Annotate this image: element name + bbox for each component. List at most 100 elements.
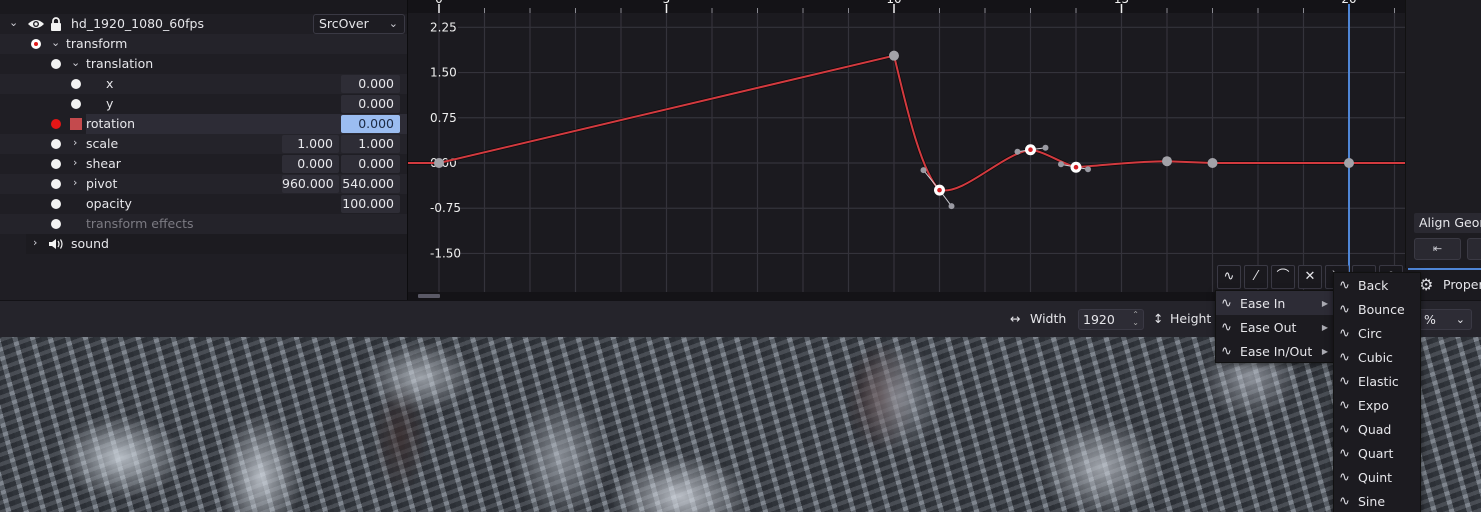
bezier-handle[interactable]	[920, 167, 927, 174]
symmetric-handles-button[interactable]: ✕	[1298, 265, 1322, 289]
y-tick-label: 1.50	[430, 66, 457, 80]
property-label: translation	[86, 56, 154, 71]
bezier-handle[interactable]	[1042, 144, 1049, 151]
chevron-right-icon[interactable]: ›	[33, 236, 37, 249]
curve-color-swatch[interactable]	[70, 118, 82, 130]
bezier-handle[interactable]	[1014, 148, 1021, 155]
ease-curve-icon: ∿	[1339, 325, 1350, 341]
opacity-value-field[interactable]: 100.000	[341, 195, 400, 213]
menu-item-ease-in[interactable]: ∿ Ease In ▶	[1216, 291, 1334, 315]
submenu-item-quint[interactable]: ∿ Quint	[1334, 465, 1420, 489]
y-tick-label: 0.75	[430, 111, 457, 125]
blend-mode-select[interactable]: SrcOver ⌄	[313, 14, 405, 34]
property-row-sound[interactable]: › sound	[26, 234, 407, 254]
gear-icon: ⚙	[1419, 275, 1434, 294]
property-row-pivot[interactable]: › pivot 960.000 540.000	[0, 174, 407, 194]
recording-icon[interactable]	[31, 39, 41, 49]
keyframe-point[interactable]	[1162, 156, 1172, 167]
property-row-translation[interactable]: ⌄ translation	[0, 54, 407, 74]
property-row-shear[interactable]: › shear 0.000 0.000	[0, 154, 407, 174]
chevron-right-icon[interactable]: ›	[73, 156, 77, 169]
y-tick-label: -1.50	[430, 246, 461, 260]
curve-shadow	[408, 53, 1405, 193]
submenu-item-circ[interactable]: ∿ Circ	[1334, 321, 1420, 345]
pivot-y-field[interactable]: 540.000	[341, 175, 400, 193]
property-row-y[interactable]: y 0.000	[0, 94, 407, 114]
scale-x-field[interactable]: 1.000	[282, 135, 339, 153]
align-left-button[interactable]: ⇤	[1414, 238, 1461, 260]
rotation-value-field[interactable]: 0.000	[341, 115, 400, 133]
keyframe-toggle-icon[interactable]	[51, 179, 61, 189]
y-value-field[interactable]: 0.000	[341, 95, 400, 113]
shear-y-field[interactable]: 0.000	[341, 155, 400, 173]
chevron-down-icon[interactable]: ⌄	[9, 16, 18, 29]
keyframe-toggle-icon[interactable]	[71, 79, 81, 89]
chevron-right-icon[interactable]: ›	[73, 136, 77, 149]
property-row-scale[interactable]: › scale 1.000 1.000	[0, 134, 407, 154]
symmetric-handles-icon: ✕	[1304, 269, 1316, 284]
keyframe-toggle-icon[interactable]	[71, 99, 81, 109]
chevron-right-icon[interactable]: ›	[73, 176, 77, 189]
submenu-item-cubic[interactable]: ∿ Cubic	[1334, 345, 1420, 369]
keyframe-center	[1028, 147, 1033, 153]
width-value: 1920	[1083, 312, 1115, 327]
graph-canvas[interactable]: 051015202.251.500.750.00-0.75-1.50	[408, 0, 1405, 300]
smooth-curve-icon: ∿	[1223, 269, 1235, 284]
property-row-x[interactable]: x 0.000	[0, 74, 407, 94]
scale-y-field[interactable]: 1.000	[341, 135, 400, 153]
keyframe-center	[937, 187, 942, 193]
spin-arrows-icon[interactable]: ⌃ ⌄	[1132, 311, 1139, 327]
ease-curve-icon: ∿	[1221, 319, 1232, 335]
keyframe-point[interactable]	[1207, 158, 1218, 168]
bezier-curve-button[interactable]: ⌒	[1271, 265, 1295, 289]
menu-item-ease-in-out[interactable]: ∿ Ease In/Out ▶	[1216, 339, 1334, 363]
eye-icon[interactable]	[27, 18, 45, 30]
shear-x-field[interactable]: 0.000	[282, 155, 339, 173]
submenu-arrow-icon: ▶	[1321, 298, 1328, 308]
bezier-handle[interactable]	[948, 203, 955, 210]
graph-editor[interactable]: 051015202.251.500.750.00-0.75-1.50	[407, 0, 1405, 300]
keyframe-active-icon[interactable]	[51, 119, 61, 129]
submenu-item-label: Quint	[1358, 469, 1393, 485]
lock-icon[interactable]	[50, 17, 62, 31]
keyframe-point[interactable]	[889, 50, 899, 61]
pivot-x-field[interactable]: 960.000	[282, 175, 339, 193]
x-value-field[interactable]: 0.000	[341, 75, 400, 93]
canvas-viewport[interactable]	[0, 337, 1481, 512]
zoom-select[interactable]: % ⌄	[1418, 309, 1472, 330]
submenu-item-bounce[interactable]: ∿ Bounce	[1334, 297, 1420, 321]
smooth-curve-button[interactable]: ∿	[1217, 265, 1241, 289]
chevron-down-icon[interactable]: ⌄	[51, 36, 60, 49]
submenu-item-elastic[interactable]: ∿ Elastic	[1334, 369, 1420, 393]
keyframe-toggle-icon[interactable]	[51, 199, 61, 209]
property-label: scale	[86, 136, 119, 151]
width-spinbox[interactable]: 1920 ⌃ ⌄	[1078, 309, 1144, 330]
property-row-transform[interactable]: ⌄ transform	[0, 34, 407, 54]
horizontal-scrollbar[interactable]	[418, 294, 440, 298]
keyframe-toggle-icon[interactable]	[51, 59, 61, 69]
submenu-item-quart[interactable]: ∿ Quart	[1334, 441, 1420, 465]
submenu-item-back[interactable]: ∿ Back	[1334, 273, 1420, 297]
submenu-item-quad[interactable]: ∿ Quad	[1334, 417, 1420, 441]
property-row-transform-effects[interactable]: transform effects	[0, 214, 407, 234]
animation-curve[interactable]	[408, 54, 1405, 192]
linear-segment-button[interactable]: ⁄	[1244, 265, 1268, 289]
submenu-item-label: Circ	[1358, 325, 1382, 341]
bezier-handle[interactable]	[1085, 166, 1091, 173]
submenu-item-label: Back	[1358, 277, 1389, 293]
keyframe-toggle-icon[interactable]	[51, 159, 61, 169]
submenu-item-sine[interactable]: ∿ Sine	[1334, 489, 1420, 512]
time-ruler[interactable]	[408, 0, 1405, 13]
submenu-item-expo[interactable]: ∿ Expo	[1334, 393, 1420, 417]
ease-curve-icon: ∿	[1221, 295, 1232, 311]
menu-item-ease-out[interactable]: ∿ Ease Out ▶	[1216, 315, 1334, 339]
align-center-button[interactable]	[1467, 238, 1481, 260]
chevron-down-icon[interactable]: ⌄	[71, 56, 80, 69]
keyframe-point[interactable]	[434, 158, 444, 168]
keyframe-toggle-icon[interactable]	[51, 139, 61, 149]
bezier-handle[interactable]	[1058, 161, 1064, 168]
property-row-opacity[interactable]: opacity 100.000	[0, 194, 407, 214]
keyframe-toggle-icon[interactable]	[51, 219, 61, 229]
keyframe-point[interactable]	[1344, 158, 1354, 168]
property-row-rotation[interactable]: rotation 0.000	[0, 114, 407, 134]
